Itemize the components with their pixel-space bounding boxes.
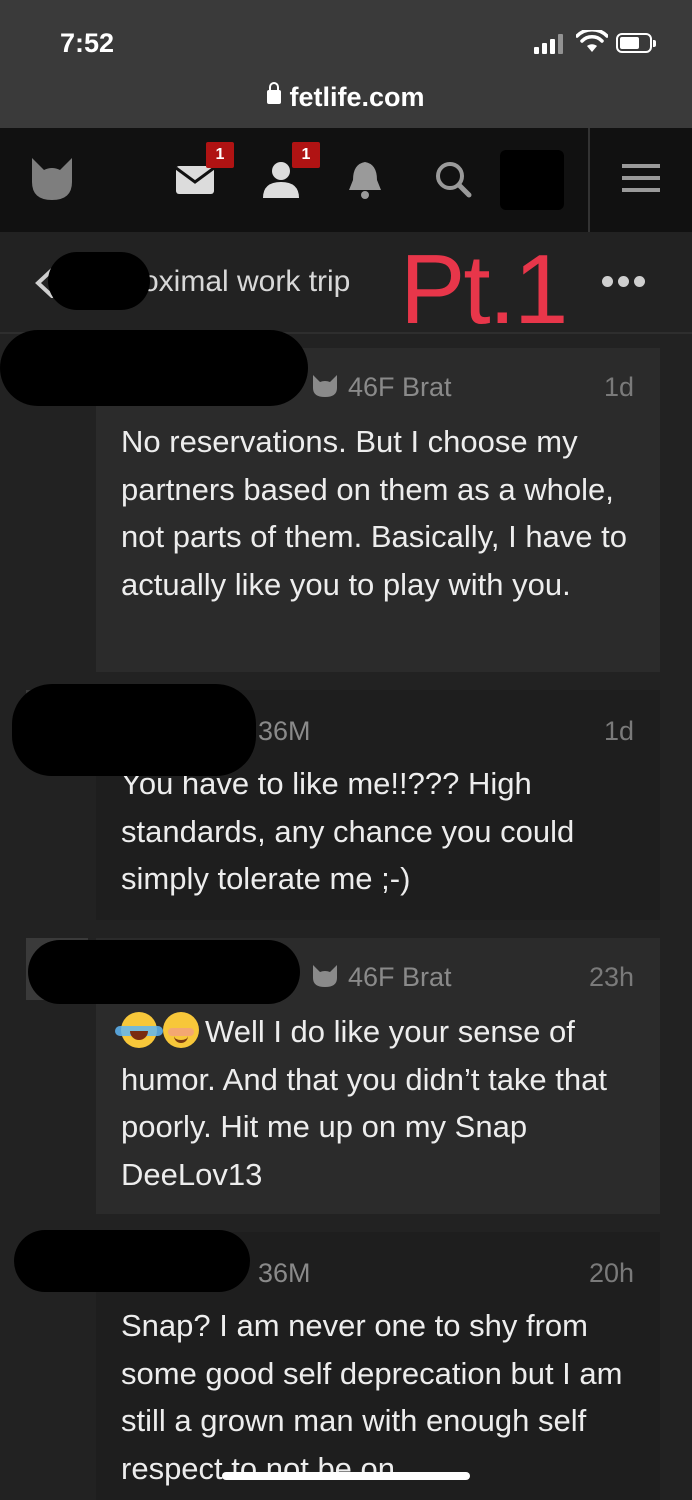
overlay-label: Pt.1: [400, 234, 568, 344]
comment-author-meta: 46F Brat: [348, 962, 452, 992]
blushing-smile-emoji-icon: [163, 1012, 199, 1048]
battery-icon: [616, 33, 656, 53]
friends-badge: 1: [292, 142, 320, 168]
laughing-emoji-icon: [115, 1012, 163, 1048]
url-text: fetlife.com: [289, 82, 425, 112]
app-nav-bar: 1 1: [0, 128, 692, 232]
redaction-mark: [14, 1230, 250, 1292]
comment-time: 1d: [603, 372, 634, 402]
cellular-signal-icon: [534, 34, 564, 54]
comment-time: 23h: [588, 962, 634, 992]
fetlife-mask-icon: [313, 375, 337, 397]
redaction-mark: [48, 252, 150, 310]
search-icon[interactable]: [434, 160, 472, 198]
comment-author-meta: 36M: [258, 716, 311, 746]
messages-badge: 1: [206, 142, 234, 168]
mail-icon[interactable]: [176, 164, 214, 194]
comment-body: Well I do like your sense of humor. And …: [115, 1008, 645, 1198]
thread-title: roximal work trip: [132, 265, 351, 298]
fetlife-logo-icon[interactable]: [30, 156, 74, 202]
fetlife-mask-icon: [313, 965, 337, 987]
comment-time: 20h: [588, 1258, 634, 1288]
comment-body: No reservations. But I choose my partner…: [121, 424, 628, 602]
redaction-mark: [28, 940, 300, 1004]
hamburger-menu-icon[interactable]: [622, 162, 660, 194]
redaction-mark: [12, 684, 256, 776]
comment-body: Snap? I am never one to shy from some go…: [121, 1308, 623, 1486]
comment-time: 1d: [603, 716, 634, 746]
comment-author-meta: 46F Brat: [348, 372, 452, 402]
redaction-mark: [0, 330, 308, 406]
address-bar[interactable]: fetlife.com: [0, 82, 692, 113]
more-options-icon[interactable]: [602, 276, 646, 288]
redacted-avatar: [500, 150, 564, 210]
lock-icon: [267, 82, 282, 104]
clock: 7:52: [60, 28, 115, 58]
home-indicator[interactable]: [222, 1472, 470, 1480]
screen: 7:52 fetlife.com 1 1 roximal work trip P…: [0, 0, 692, 1500]
bell-icon[interactable]: [346, 160, 384, 200]
comment-author-meta: 36M: [258, 1258, 311, 1288]
wifi-icon: [576, 30, 608, 52]
status-bar: 7:52 fetlife.com: [0, 0, 692, 128]
nav-divider: [588, 128, 590, 232]
comment-body: You have to like me!!??? High standards,…: [121, 766, 575, 896]
